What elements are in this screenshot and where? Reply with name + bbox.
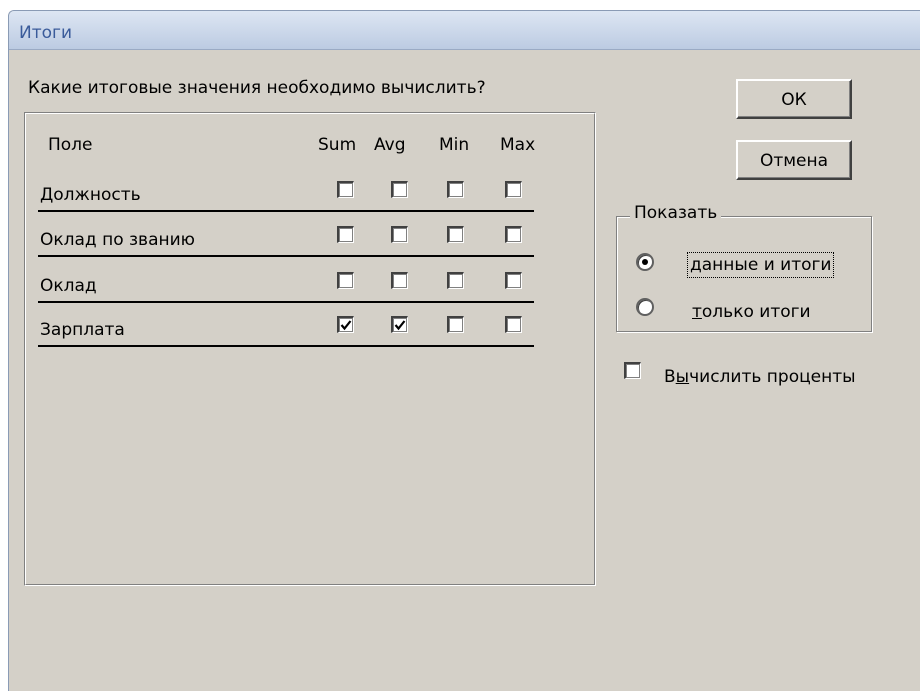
avg-column-header: Avg	[374, 135, 406, 155]
avg-checkbox[interactable]	[391, 226, 408, 243]
field-row-label: Оклад	[40, 276, 97, 296]
sum-checkbox[interactable]	[337, 181, 354, 198]
min-checkbox[interactable]	[447, 316, 464, 333]
max-checkbox[interactable]	[505, 181, 522, 198]
sum-checkbox[interactable]	[337, 316, 354, 333]
field-row-label: Должность	[40, 185, 141, 205]
min-checkbox[interactable]	[447, 181, 464, 198]
row-divider	[38, 301, 534, 303]
check-icon	[340, 320, 352, 331]
calculate-percent-checkbox[interactable]	[624, 362, 641, 379]
row-divider	[38, 210, 534, 212]
totals-only-label[interactable]: только итоги	[692, 302, 811, 322]
show-group-label: Показать	[630, 203, 722, 223]
sum-checkbox[interactable]	[337, 272, 354, 289]
sum-checkbox[interactable]	[337, 226, 354, 243]
min-column-header: Min	[439, 135, 470, 155]
sum-column-header: Sum	[318, 135, 357, 155]
field-row-label: Зарплата	[40, 320, 125, 340]
totals-only-radio[interactable]	[636, 298, 654, 316]
row-divider	[38, 345, 534, 347]
calculate-percent-label[interactable]: Вычислить проценты	[664, 367, 856, 387]
field-column-header: Поле	[48, 135, 93, 155]
title-bar[interactable]: Итоги	[9, 11, 920, 50]
row-divider	[38, 255, 534, 257]
radio-selected-dot	[642, 259, 648, 265]
window-title: Итоги	[19, 23, 73, 43]
data-and-totals-label[interactable]: данные и итоги	[686, 252, 835, 278]
field-row-label: Оклад по званию	[40, 230, 195, 250]
question-label: Какие итоговые значения необходимо вычис…	[28, 78, 486, 98]
check-icon	[394, 320, 406, 331]
avg-checkbox[interactable]	[391, 272, 408, 289]
cancel-button[interactable]: Отмена	[736, 140, 852, 180]
data-and-totals-radio[interactable]	[636, 253, 654, 271]
min-checkbox[interactable]	[447, 226, 464, 243]
min-checkbox[interactable]	[447, 272, 464, 289]
max-column-header: Max	[500, 135, 536, 155]
max-checkbox[interactable]	[505, 226, 522, 243]
avg-checkbox[interactable]	[391, 316, 408, 333]
max-checkbox[interactable]	[505, 272, 522, 289]
ok-button[interactable]: ОК	[736, 79, 852, 119]
max-checkbox[interactable]	[505, 316, 522, 333]
avg-checkbox[interactable]	[391, 181, 408, 198]
